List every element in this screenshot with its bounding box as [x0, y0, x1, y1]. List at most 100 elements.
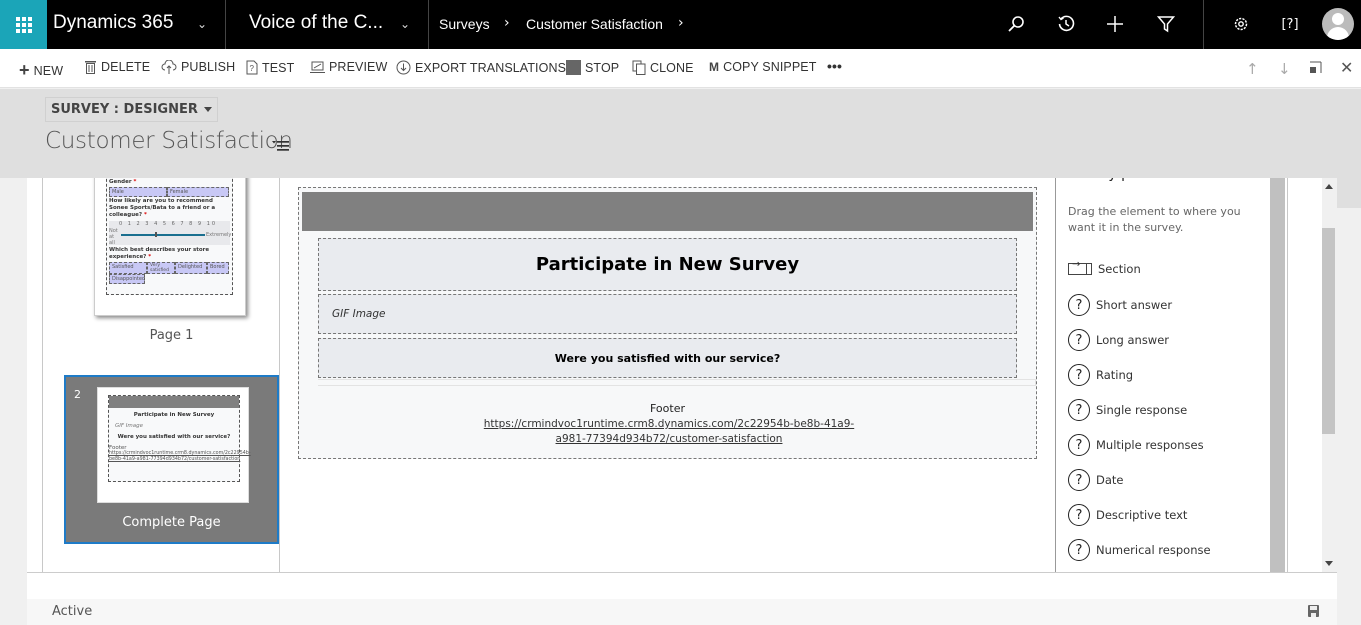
part-label: Short answer [1096, 298, 1173, 312]
designer-area: Gender * Male Female How likely are you … [27, 178, 1322, 572]
more-commands-button[interactable]: ••• [827, 58, 842, 74]
trash-icon [84, 60, 97, 74]
question-icon: ? [1068, 539, 1090, 561]
part-descriptive-text[interactable]: ? Descriptive text [1068, 504, 1187, 526]
command-bar: + NEW DELETE PUBLISH ? TEST PREVIEW EXPORT… [0, 49, 1361, 88]
chevron-down-icon[interactable]: ⌄ [197, 17, 207, 31]
part-section[interactable]: → Section [1068, 259, 1141, 276]
app-name[interactable]: Dynamics 365 [53, 12, 173, 34]
chevron-right-icon: › [504, 15, 510, 31]
part-single-response[interactable]: ? Single response [1068, 399, 1187, 421]
form-selector-dropdown[interactable]: SURVEY : DESIGNER [45, 97, 218, 122]
help-icon[interactable]: [?] [1279, 13, 1301, 35]
thumb-link: https://crmindvoc1runtime.crm8.dynamics.… [109, 451, 251, 462]
breadcrumb-customer-satisfaction[interactable]: Customer Satisfaction [526, 16, 663, 32]
right-gutter [1337, 178, 1361, 208]
stop-icon [566, 60, 581, 75]
clone-icon [632, 60, 646, 75]
page-number: 2 [74, 388, 81, 401]
part-rating[interactable]: ? Rating [1068, 364, 1133, 386]
scroll-up-icon[interactable] [1325, 184, 1333, 189]
thumb-scale-low: Not at all [109, 228, 118, 246]
close-icon[interactable]: ✕ [1340, 58, 1353, 77]
page-scrollbar[interactable] [1322, 178, 1337, 572]
section-icon: → [1068, 259, 1092, 275]
content-footer-space [27, 572, 1337, 599]
waffle-icon [15, 16, 32, 33]
page-list: Gender * Male Female How likely are you … [63, 178, 280, 572]
thumb-option: Very satisfied [147, 262, 175, 274]
header-banner[interactable] [302, 192, 1033, 231]
thumb-scale-high: Extremely [206, 232, 232, 238]
record-menu-icon[interactable] [272, 137, 290, 151]
new-button[interactable]: + NEW [19, 60, 63, 81]
thumb-scale: 0 1 2 3 4 5 6 7 8 9 10 [119, 221, 218, 227]
survey-canvas: Participate in New Survey GIF Image Were… [298, 187, 1037, 459]
stop-button[interactable]: STOP [566, 60, 619, 75]
survey-link[interactable]: https://crmindvoc1runtime.crm8.dynamics.… [469, 417, 869, 447]
search-icon[interactable] [1005, 13, 1027, 35]
page-2-selected[interactable]: 2 Participate in New Survey GIF Image We… [64, 375, 279, 544]
part-label: Long answer [1096, 333, 1170, 347]
survey-title-block[interactable]: Participate in New Survey [318, 238, 1017, 291]
record-title: Customer Satisfaction [45, 128, 293, 154]
clone-button[interactable]: CLONE [632, 60, 694, 75]
thumb-q-experience: Which best describes your store experien… [109, 247, 210, 260]
recent-icon[interactable] [1055, 13, 1077, 35]
chevron-down-icon[interactable]: ⌄ [400, 17, 410, 31]
question-icon: ? [1068, 399, 1090, 421]
filter-icon[interactable] [1155, 13, 1177, 35]
page-thumbnail-2[interactable]: Participate in New Survey GIF Image Were… [97, 387, 251, 503]
plus-icon: + [19, 60, 30, 80]
area-switcher[interactable]: Voice of the C... [249, 12, 383, 34]
save-icon[interactable] [1308, 605, 1319, 617]
page-1-label[interactable]: Page 1 [63, 328, 280, 343]
plus-icon[interactable] [1104, 13, 1126, 35]
user-avatar[interactable] [1322, 8, 1354, 40]
test-doc-icon: ? [246, 60, 258, 75]
page-2-label: Complete Page [122, 515, 221, 530]
part-date[interactable]: ? Date [1068, 469, 1124, 491]
gear-icon[interactable] [1230, 13, 1252, 35]
form-selector-label: SURVEY : DESIGNER [51, 102, 198, 117]
scroll-down-icon[interactable] [1325, 561, 1333, 566]
parts-scrollbar[interactable] [1270, 178, 1285, 572]
test-button[interactable]: ? TEST [246, 60, 294, 75]
divider [225, 0, 226, 49]
publish-label: PUBLISH [181, 60, 236, 74]
question-icon: ? [1068, 364, 1090, 386]
record-status: Active [52, 604, 93, 619]
part-numerical-response[interactable]: ? Numerical response [1068, 539, 1211, 561]
question-icon: ? [1068, 469, 1090, 491]
publish-button[interactable]: PUBLISH [161, 60, 235, 74]
app-launcher-button[interactable] [0, 0, 47, 49]
clone-label: CLONE [650, 60, 694, 75]
caret-down-icon [203, 107, 212, 112]
copy-snippet-button[interactable]: M COPY SNIPPET [709, 60, 816, 74]
divider [42, 178, 43, 572]
preview-button[interactable]: PREVIEW [310, 60, 387, 74]
part-short-answer[interactable]: ? Short answer [1068, 294, 1172, 316]
thumb-gif: GIF Image [115, 423, 144, 429]
part-label: Descriptive text [1096, 508, 1188, 522]
gif-image-block[interactable]: GIF Image [318, 294, 1017, 334]
part-multiple-responses[interactable]: ? Multiple responses [1068, 434, 1204, 456]
new-label: NEW [33, 63, 64, 78]
export-translations-button[interactable]: EXPORT TRANSLATIONS [396, 60, 566, 75]
chevron-right-icon[interactable]: › [678, 15, 684, 31]
scrollbar-thumb[interactable] [1322, 228, 1335, 434]
section-outline [318, 379, 1036, 386]
arrow-up-icon[interactable]: ↑ [1246, 60, 1259, 78]
page-thumbnail-1[interactable]: Gender * Male Female How likely are you … [94, 178, 246, 316]
divider [1203, 0, 1204, 49]
breadcrumb-surveys[interactable]: Surveys [439, 16, 490, 32]
popout-icon[interactable] [1309, 60, 1322, 78]
survey-parts-panel: Survey parts Drag the element to where y… [1055, 178, 1270, 572]
copy-snippet-label: COPY SNIPPET [723, 60, 817, 74]
delete-button[interactable]: DELETE [84, 60, 150, 74]
arrow-down-icon[interactable]: ↓ [1278, 60, 1291, 78]
preview-icon [310, 61, 325, 74]
question-block[interactable]: Were you satisfied with our service? [318, 338, 1017, 378]
thumb-option: Disappointed [109, 274, 145, 284]
part-long-answer[interactable]: ? Long answer [1068, 329, 1169, 351]
